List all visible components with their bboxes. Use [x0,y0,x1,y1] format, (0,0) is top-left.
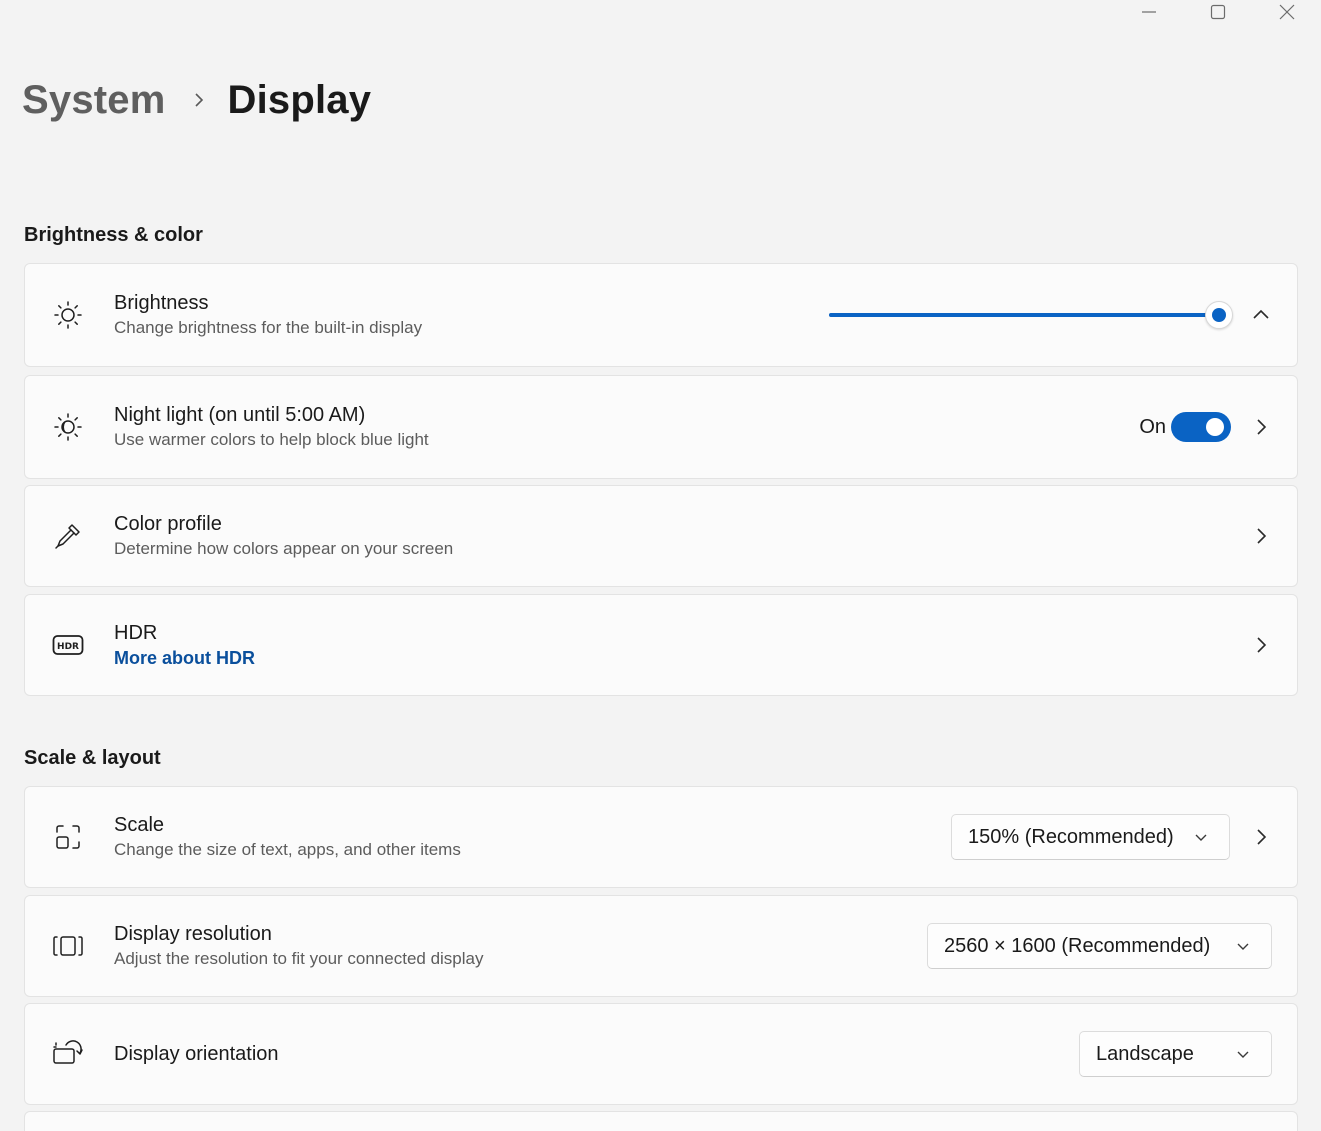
chevron-down-icon [1193,829,1209,845]
hdr-text: HDR More about HDR [114,621,255,669]
display-orientation-card: Display orientation Landscape [24,1003,1298,1105]
chevron-down-icon [1235,938,1251,954]
slider-thumb-dot [1212,308,1226,322]
breadcrumb-separator-icon [192,91,206,109]
brightness-title: Brightness [114,292,209,314]
brightness-slider[interactable] [829,300,1233,330]
night-light-text: Night light (on until 5:00 AM) Use warme… [114,403,429,451]
brightness-card: Brightness Change brightness for the bui… [24,263,1298,367]
eyedropper-icon [52,520,84,552]
close-icon [1279,4,1294,20]
scale-dropdown[interactable]: 150% (Recommended) [951,814,1230,860]
hdr-card[interactable]: HDR HDR More about HDR [24,594,1298,696]
color-profile-text: Color profile Determine how colors appea… [114,512,453,560]
resolution-icon [52,930,84,962]
chevron-right-icon[interactable] [1251,526,1271,546]
chevron-right-icon[interactable] [1251,635,1271,655]
orientation-dropdown-value: Landscape [1096,1042,1194,1065]
brightness-text: Brightness Change brightness for the bui… [114,291,422,339]
orientation-icon [52,1038,84,1070]
next-card-partial [24,1111,1298,1131]
brightness-slider-thumb[interactable] [1205,301,1233,329]
night-light-title: Night light (on until 5:00 AM) [114,404,366,426]
resolution-dropdown[interactable]: 2560 × 1600 (Recommended) [927,923,1272,969]
night-light-toggle-label: On [1139,415,1166,438]
scale-text: Scale Change the size of text, apps, and… [114,813,461,861]
color-profile-subtitle: Determine how colors appear on your scre… [114,539,454,558]
breadcrumb: System Display [22,72,371,128]
night-light-icon [52,411,84,443]
display-resolution-title: Display resolution [114,923,272,945]
toggle-knob [1206,418,1224,436]
section-title-brightness-color: Brightness & color [24,224,203,246]
maximize-button[interactable] [1183,0,1252,24]
brightness-subtitle: Change brightness for the built-in displ… [114,318,423,337]
display-resolution-card: Display resolution Adjust the resolution… [24,895,1298,997]
orientation-dropdown[interactable]: Landscape [1079,1031,1272,1077]
display-orientation-text: Display orientation [114,1042,279,1066]
scale-icon [52,821,84,853]
more-about-hdr-link[interactable]: More about HDR [114,647,255,669]
page-title: Display [227,77,372,122]
hdr-icon: HDR [52,629,84,661]
color-profile-card[interactable]: Color profile Determine how colors appea… [24,485,1298,587]
night-light-card[interactable]: Night light (on until 5:00 AM) Use warme… [24,375,1298,479]
breadcrumb-parent-link[interactable]: System [22,78,166,123]
hdr-title: HDR [114,622,158,644]
night-light-toggle[interactable] [1171,412,1231,442]
maximize-icon [1210,4,1225,20]
scale-subtitle: Change the size of text, apps, and other… [114,840,461,859]
display-orientation-title: Display orientation [114,1043,279,1065]
close-button[interactable] [1252,0,1321,24]
display-resolution-text: Display resolution Adjust the resolution… [114,922,484,970]
scale-dropdown-value: 150% (Recommended) [968,825,1174,848]
scale-title: Scale [114,814,165,836]
night-light-subtitle: Use warmer colors to help block blue lig… [114,430,429,449]
minimize-button[interactable] [1114,0,1183,24]
scale-card[interactable]: Scale Change the size of text, apps, and… [24,786,1298,888]
window-controls [1114,0,1321,24]
brightness-slider-fill [829,313,1219,317]
minimize-icon [1141,11,1156,13]
sun-icon [52,299,84,331]
resolution-dropdown-value: 2560 × 1600 (Recommended) [944,934,1211,957]
chevron-down-icon [1235,1046,1251,1062]
section-title-scale-layout: Scale & layout [24,747,161,769]
hdr-icon-label: HDR [57,642,79,652]
chevron-up-icon[interactable] [1251,305,1271,325]
display-resolution-subtitle: Adjust the resolution to fit your connec… [114,949,484,968]
chevron-right-icon[interactable] [1251,417,1271,437]
chevron-right-icon[interactable] [1251,827,1271,847]
color-profile-title: Color profile [114,513,222,535]
